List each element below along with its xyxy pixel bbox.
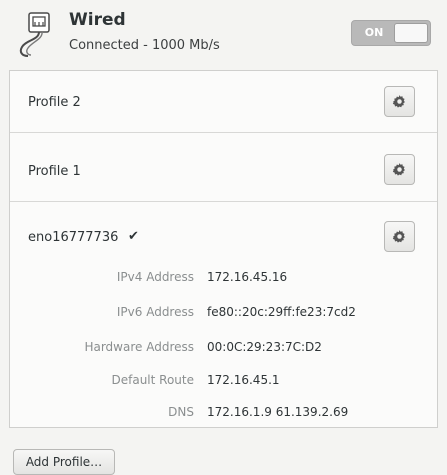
toggle-knob[interactable] [394,23,428,43]
gear-icon [392,230,405,243]
connection-name: eno16777736 [28,230,119,245]
hardware-address-value: 00:0C:29:23:7C:D2 [207,340,322,354]
add-profile-button[interactable]: Add Profile… [13,449,115,475]
connection-settings-button[interactable] [384,221,415,252]
connection-title: Wired [69,10,126,30]
network-wired-icon [12,10,66,58]
dns-label: DNS [168,405,194,419]
connection-toggle[interactable]: ON [351,20,431,46]
ipv6-value: fe80::20c:29ff:fe23:7cd2 [207,305,356,319]
connection-status: Connected - 1000 Mb/s [69,38,220,53]
profile-row[interactable]: Profile 1 [10,133,437,202]
default-route-value: 172.16.45.1 [207,373,280,387]
profile-row[interactable]: Profile 2 [10,71,437,133]
profile-label: Profile 2 [28,95,81,110]
wired-header: Wired Connected - 1000 Mb/s ON [8,6,439,62]
ipv4-label: IPv4 Address [116,270,194,284]
gear-icon [392,95,405,108]
profile-settings-button[interactable] [384,154,415,185]
checkmark-icon: ✔ [128,229,139,244]
profile-label: Profile 1 [28,164,81,179]
ipv6-label: IPv6 Address [116,305,194,319]
hardware-address-label: Hardware Address [84,340,194,354]
dns-value: 172.16.1.9 61.139.2.69 [207,405,349,419]
toggle-on-label: ON [364,26,384,39]
gear-icon [392,163,405,176]
ipv4-value: 172.16.45.16 [207,270,288,284]
active-connection-row: eno16777736 ✔ IPv4 Address 172.16.45.16 … [10,202,437,427]
profile-settings-button[interactable] [384,86,415,117]
profile-list: Profile 2 Profile 1 eno16777736 ✔ IPv4 A… [9,70,438,428]
default-route-label: Default Route [111,373,195,387]
